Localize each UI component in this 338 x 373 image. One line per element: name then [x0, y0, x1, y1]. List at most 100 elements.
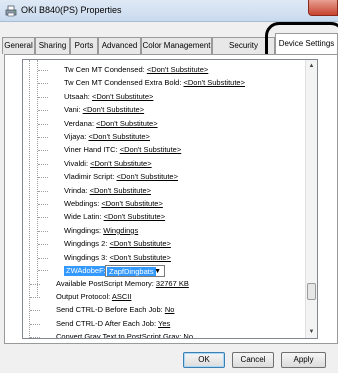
- font-substitute-value[interactable]: <Don't Substitute>: [109, 253, 170, 262]
- scroll-thumb[interactable]: [307, 283, 316, 300]
- apply-button[interactable]: Apply: [281, 352, 326, 368]
- tree-connector: [38, 230, 48, 232]
- tab-security[interactable]: Security: [212, 37, 275, 54]
- printer-setting-item[interactable]: Available PostScript Memory: 32767 KB: [56, 279, 189, 289]
- font-name: Wide Latin:: [64, 212, 104, 222]
- font-substitute-value[interactable]: <Don't Substitute>: [90, 186, 151, 195]
- printer-setting-item[interactable]: Send CTRL-D Before Each Job: No: [56, 305, 174, 315]
- font-name: Verdana:: [64, 118, 97, 128]
- font-substitute-value[interactable]: <Don't Substitute>: [120, 145, 181, 154]
- font-name: Vani:: [64, 105, 83, 115]
- setting-value[interactable]: 32767 KB: [156, 279, 189, 288]
- tab-advanced[interactable]: Advanced: [98, 37, 141, 54]
- printer-setting-item[interactable]: Output Protocol: ASCII: [56, 292, 131, 302]
- tree-connector: [38, 244, 48, 246]
- font-substitution-item[interactable]: Tw Cen MT Condensed: <Don't Substitute>: [64, 65, 208, 75]
- font-substitute-value[interactable]: <Don't Substitute>: [109, 239, 170, 248]
- setting-name: Send CTRL-D Before Each Job:: [56, 305, 165, 315]
- substitute-font-dropdown[interactable]: ZapfDingbats ▼: [105, 265, 165, 277]
- tree-connector: [38, 110, 48, 112]
- selected-font-label[interactable]: ZWAdobeF:: [64, 266, 108, 276]
- chevron-down-icon[interactable]: ▼: [154, 267, 161, 276]
- window-title: OKI B840(PS) Properties: [21, 5, 122, 15]
- tab-strip: General Sharing Ports Advanced Color Man…: [0, 33, 338, 54]
- font-name: Webdings:: [64, 199, 102, 208]
- font-substitution-item[interactable]: Wingdings 2: <Don't Substitute>: [64, 239, 171, 249]
- font-name: Wingdings 3:: [64, 252, 110, 262]
- vertical-scrollbar[interactable]: ▲ ▼: [305, 60, 317, 338]
- font-name: Tw Cen MT Condensed:: [64, 65, 147, 74]
- setting-value[interactable]: No: [183, 332, 193, 338]
- font-substitute-value[interactable]: <Don't Substitute>: [90, 159, 151, 168]
- font-name: Tw Cen MT Condensed Extra Bold:: [64, 78, 184, 88]
- font-substitution-item[interactable]: Wingdings: Wingdings: [64, 226, 138, 236]
- tab-ports[interactable]: Ports: [70, 37, 98, 54]
- font-name: Vrinda:: [64, 185, 90, 195]
- font-name: Viner Hand ITC:: [64, 145, 120, 155]
- printer-setting-item[interactable]: Send CTRL-D After Each Job: Yes: [56, 319, 170, 329]
- tab-general[interactable]: General: [2, 37, 35, 54]
- font-substitution-item[interactable]: Vladimir Script: <Don't Substitute>: [64, 172, 178, 182]
- tree-connector: [38, 177, 48, 179]
- font-name: Vladimir Script:: [64, 172, 117, 182]
- font-substitution-item[interactable]: Utsaah: <Don't Substitute>: [64, 92, 153, 102]
- font-substitution-item[interactable]: Viner Hand ITC: <Don't Substitute>: [64, 145, 181, 155]
- tree-connector: [38, 190, 48, 192]
- setting-name: Convert Gray Text to PostScript Gray:: [56, 331, 184, 339]
- setting-name: Output Protocol:: [56, 292, 112, 302]
- font-substitution-item[interactable]: Vijaya: <Don't Substitute>: [64, 132, 150, 142]
- font-substitution-item[interactable]: Verdana: <Don't Substitute>: [64, 119, 158, 129]
- font-name: Vijaya:: [64, 132, 89, 141]
- font-substitute-value[interactable]: <Don't Substitute>: [117, 172, 178, 181]
- device-settings-panel: Tw Cen MT Condensed: <Don't Substitute> T…: [4, 54, 338, 344]
- tree-connector: [30, 284, 40, 285]
- font-substitute-value[interactable]: <Don't Substitute>: [83, 105, 144, 114]
- font-name: Wingdings:: [64, 225, 104, 235]
- font-substitution-item[interactable]: Tw Cen MT Condensed Extra Bold: <Don't S…: [64, 78, 245, 88]
- font-substitute-value[interactable]: <Don't Substitute>: [101, 199, 162, 208]
- printer-setting-item[interactable]: Convert Gray Text to PostScript Gray: No: [56, 331, 193, 339]
- font-substitution-item[interactable]: Vivaldi: <Don't Substitute>: [64, 159, 152, 169]
- ok-button[interactable]: OK: [183, 352, 225, 368]
- settings-tree[interactable]: Tw Cen MT Condensed: <Don't Substitute> T…: [22, 59, 318, 339]
- font-substitution-item[interactable]: Vrinda: <Don't Substitute>: [64, 186, 151, 196]
- printer-icon: [5, 5, 17, 17]
- font-substitution-item[interactable]: Vani: <Don't Substitute>: [64, 105, 144, 115]
- cancel-button[interactable]: Cancel: [232, 352, 274, 368]
- tab-color-management[interactable]: Color Management: [141, 37, 212, 54]
- tree-connector: [30, 323, 40, 325]
- font-substitute-value[interactable]: <Don't Substitute>: [104, 212, 165, 221]
- tab-device-settings[interactable]: Device Settings: [275, 33, 338, 54]
- font-substitution-item[interactable]: Wide Latin: <Don't Substitute>: [64, 212, 165, 222]
- scroll-down-icon[interactable]: ▼: [306, 326, 317, 338]
- tree-connector: [38, 270, 48, 271]
- setting-value[interactable]: No: [165, 305, 175, 314]
- font-name: Utsaah:: [64, 91, 92, 101]
- scroll-up-icon[interactable]: ▲: [306, 60, 317, 72]
- tree-connector: [38, 217, 48, 219]
- tree-connector: [38, 163, 48, 165]
- font-substitute-value[interactable]: <Don't Substitute>: [88, 132, 149, 141]
- setting-value[interactable]: ASCII: [112, 292, 132, 301]
- close-button[interactable]: [308, 0, 338, 16]
- tree-connector: [38, 257, 48, 259]
- setting-name: Send CTRL-D After Each Job:: [56, 318, 158, 328]
- font-name: Wingdings 2:: [64, 239, 110, 249]
- dropdown-value: ZapfDingbats: [107, 267, 156, 276]
- font-substitute-value[interactable]: <Don't Substitute>: [147, 65, 208, 74]
- properties-window: OKI B840(PS) Properties General Sharing …: [0, 0, 338, 373]
- font-substitution-item[interactable]: Webdings: <Don't Substitute>: [64, 199, 163, 209]
- tree-connector: [38, 96, 48, 98]
- font-name: Vivaldi:: [64, 158, 91, 168]
- tree-connector: [38, 123, 48, 125]
- tree-connector: [38, 137, 48, 138]
- title-bar[interactable]: OKI B840(PS) Properties: [0, 0, 338, 22]
- font-substitute-value[interactable]: <Don't Substitute>: [92, 92, 153, 101]
- tab-sharing[interactable]: Sharing: [35, 37, 70, 54]
- font-substitute-value[interactable]: <Don't Substitute>: [184, 78, 245, 87]
- font-substitute-value[interactable]: Wingdings: [103, 226, 138, 235]
- font-substitute-value[interactable]: <Don't Substitute>: [96, 119, 157, 128]
- setting-value[interactable]: Yes: [158, 319, 170, 328]
- font-substitution-item[interactable]: Wingdings 3: <Don't Substitute>: [64, 253, 171, 263]
- tree-connector: [38, 70, 48, 71]
